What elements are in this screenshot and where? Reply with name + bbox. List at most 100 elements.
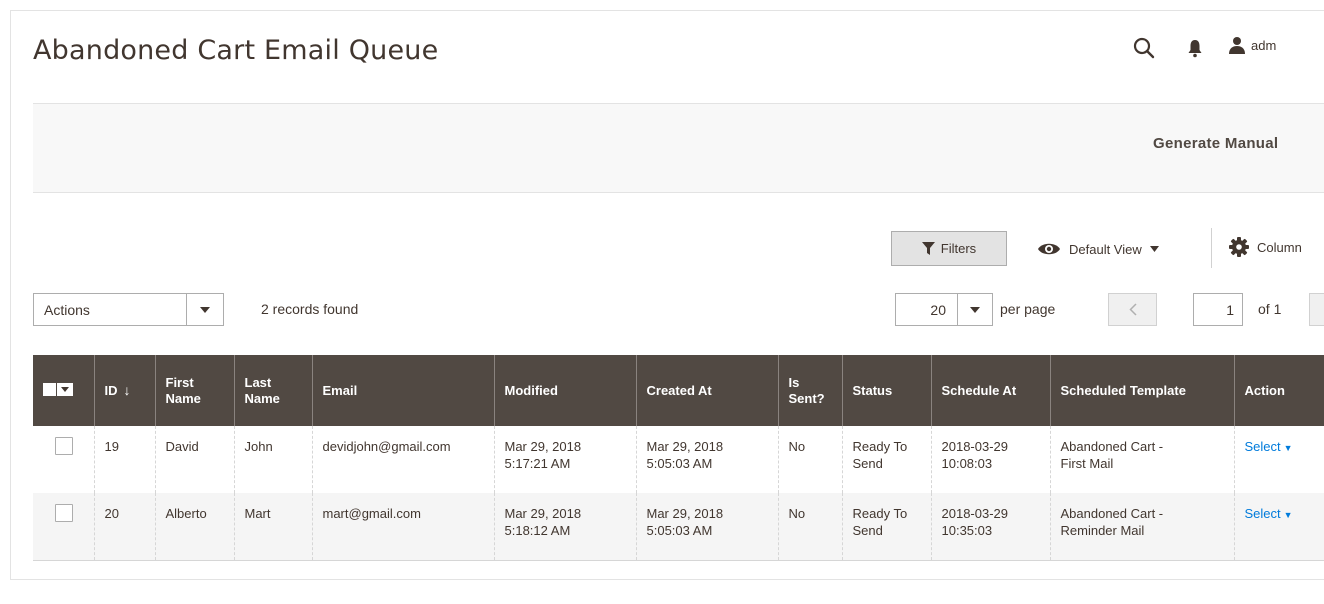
template-line-1: Abandoned Cart -	[1060, 439, 1164, 454]
modified-date: Mar 29, 2018	[504, 506, 582, 521]
user-icon	[1229, 37, 1245, 54]
created-date: Mar 29, 2018	[646, 439, 724, 454]
cell-is-sent: No	[777, 426, 842, 493]
cell-status: Ready To Send	[841, 426, 931, 493]
status-line-2: Send	[852, 456, 883, 471]
email-queue-grid: ID ↓ First Name Last Name Email Modified …	[33, 355, 1324, 561]
cell-schedule-at: 2018-03-29 10:08:03	[930, 426, 1050, 493]
row-action-label: Select	[1244, 439, 1281, 454]
caret-down-icon	[61, 387, 69, 393]
per-page-label: per page	[1000, 301, 1056, 317]
columns-label: Column	[1257, 239, 1302, 255]
template-line-2: First Mail	[1060, 456, 1114, 471]
per-page-toggle[interactable]	[957, 294, 992, 325]
eye-icon	[1038, 243, 1060, 255]
column-header-last-name[interactable]: Last Name	[233, 355, 312, 426]
sort-arrow-icon: ↓	[123, 382, 131, 398]
default-view-dropdown[interactable]: Default View	[1037, 237, 1159, 261]
total-pages: of 1	[1258, 301, 1282, 317]
modified-date: Mar 29, 2018	[504, 439, 582, 454]
cell-is-sent: No	[777, 493, 842, 561]
modified-time: 5:17:21 AM	[504, 456, 571, 471]
column-header-email[interactable]: Email	[311, 355, 494, 426]
mass-select-header[interactable]	[33, 355, 94, 426]
modified-time: 5:18:12 AM	[504, 523, 571, 538]
generate-manual-button[interactable]: Generate Manual	[1153, 135, 1278, 152]
row-action-select[interactable]: Select ▼	[1245, 506, 1293, 521]
column-header-created-at[interactable]: Created At	[635, 355, 778, 426]
cell-last-name: Mart	[233, 493, 312, 561]
mass-actions-value: Actions	[44, 302, 90, 318]
mass-select-control[interactable]	[43, 381, 73, 399]
page-frame: Abandoned Cart Email Queue adm Generate …	[10, 10, 1324, 580]
search-icon[interactable]	[1132, 36, 1156, 60]
previous-page-button[interactable]	[1108, 293, 1157, 326]
bell-icon[interactable]	[1186, 38, 1204, 58]
cell-modified: Mar 29, 2018 5:18:12 AM	[493, 493, 636, 561]
column-header-scheduled-template[interactable]: Scheduled Template	[1049, 355, 1234, 426]
status-line-2: Send	[852, 523, 883, 538]
column-header-first-name[interactable]: First Name	[154, 355, 234, 426]
schedule-date: 2018-03-29	[941, 506, 1009, 521]
cell-scheduled-template: Abandoned Cart - First Mail	[1049, 426, 1234, 493]
cell-email: mart@gmail.com	[311, 493, 494, 561]
row-action-label: Select	[1244, 506, 1281, 521]
columns-dropdown[interactable]: Column	[1229, 237, 1302, 257]
mass-actions-toggle[interactable]	[186, 294, 223, 325]
mass-select-checkbox[interactable]	[43, 383, 56, 397]
row-checkbox[interactable]	[55, 504, 73, 522]
filter-icon	[921, 242, 935, 255]
caret-down-icon	[1149, 246, 1159, 252]
template-line-2: Reminder Mail	[1060, 523, 1145, 538]
records-found: 2 records found	[261, 301, 359, 317]
column-header-is-sent[interactable]: Is Sent?	[777, 355, 842, 426]
default-view-label: Default View	[1069, 241, 1142, 257]
row-action-select[interactable]: Select ▼	[1245, 439, 1293, 454]
row-checkbox[interactable]	[55, 437, 73, 455]
next-page-button[interactable]	[1309, 293, 1324, 326]
gear-icon	[1229, 237, 1249, 257]
chevron-left-icon	[1128, 303, 1137, 316]
status-line-1: Ready To	[852, 506, 908, 521]
caret-down-icon: ▼	[1283, 443, 1293, 453]
column-header-modified[interactable]: Modified	[493, 355, 636, 426]
column-header-schedule-at[interactable]: Schedule At	[930, 355, 1050, 426]
row-select-cell	[33, 426, 94, 493]
cell-id: 20	[93, 493, 155, 561]
cell-schedule-at: 2018-03-29 10:35:03	[930, 493, 1050, 561]
status-line-1: Ready To	[852, 439, 908, 454]
created-time: 5:05:03 AM	[646, 523, 713, 538]
column-header-id-label: ID	[104, 383, 118, 398]
table-row: 20 Alberto Mart mart@gmail.com Mar 29, 2…	[33, 493, 1324, 561]
row-select-cell	[33, 493, 94, 561]
caret-down-icon	[200, 306, 210, 313]
filters-button[interactable]: Filters	[891, 231, 1007, 266]
per-page-select[interactable]: 20	[895, 293, 993, 326]
caret-down-icon	[970, 306, 980, 313]
mass-select-dropdown[interactable]	[57, 383, 73, 397]
table-row: 19 David John devidjohn@gmail.com Mar 29…	[33, 426, 1324, 493]
column-header-action: Action	[1233, 355, 1324, 426]
filters-label: Filters	[940, 241, 977, 256]
cell-created-at: Mar 29, 2018 5:05:03 AM	[635, 493, 778, 561]
cell-created-at: Mar 29, 2018 5:05:03 AM	[635, 426, 778, 493]
mass-actions-select[interactable]: Actions	[33, 293, 224, 326]
grid-header-row: ID ↓ First Name Last Name Email Modified …	[33, 355, 1324, 426]
created-date: Mar 29, 2018	[646, 506, 724, 521]
cell-action: Select ▼	[1233, 493, 1324, 561]
cell-action: Select ▼	[1233, 426, 1324, 493]
template-line-1: Abandoned Cart -	[1060, 506, 1164, 521]
admin-username: adm	[1251, 37, 1277, 53]
current-page-input[interactable]	[1193, 293, 1243, 326]
cell-first-name: David	[154, 426, 234, 493]
per-page-value: 20	[930, 302, 946, 318]
cell-modified: Mar 29, 2018 5:17:21 AM	[493, 426, 636, 493]
admin-account-link[interactable]: adm	[1228, 36, 1276, 60]
cell-scheduled-template: Abandoned Cart - Reminder Mail	[1049, 493, 1234, 561]
cell-status: Ready To Send	[841, 493, 931, 561]
column-header-status[interactable]: Status	[841, 355, 931, 426]
cell-email: devidjohn@gmail.com	[311, 426, 494, 493]
column-header-id[interactable]: ID ↓	[93, 355, 155, 426]
toolbar-divider	[1211, 228, 1212, 268]
schedule-time: 10:35:03	[941, 523, 993, 538]
